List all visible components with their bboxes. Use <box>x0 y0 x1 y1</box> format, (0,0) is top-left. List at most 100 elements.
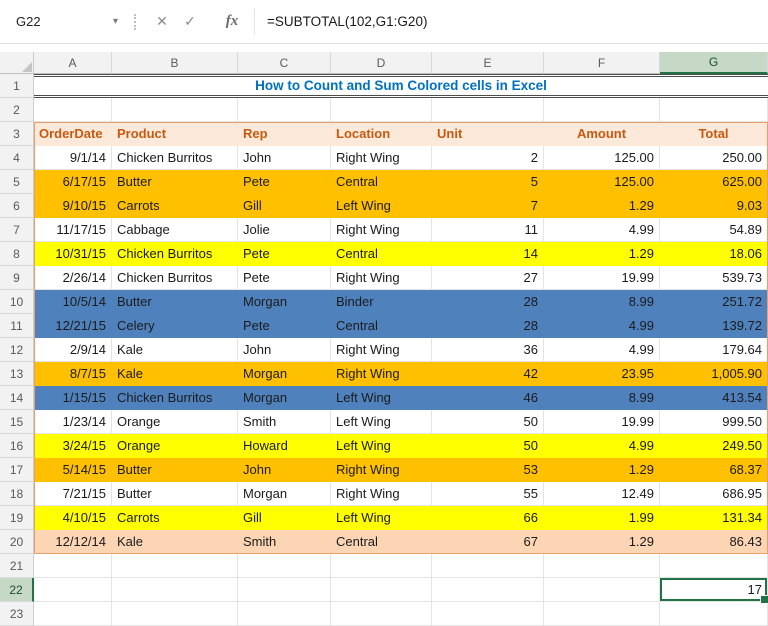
cell-A7[interactable]: 11/17/15 <box>34 218 112 242</box>
cell-E10[interactable]: 28 <box>432 290 544 314</box>
cell-F7[interactable]: 4.99 <box>544 218 660 242</box>
column-header-A[interactable]: A <box>34 52 112 74</box>
cell-A17[interactable]: 5/14/15 <box>34 458 112 482</box>
name-box[interactable]: G22 ▾ <box>8 8 126 35</box>
cell-A5[interactable]: 6/17/15 <box>34 170 112 194</box>
cell-G19[interactable]: 131.34 <box>660 506 768 530</box>
cell-D4[interactable]: Right Wing <box>331 146 432 170</box>
cell-E7[interactable]: 11 <box>432 218 544 242</box>
cell-B18[interactable]: Butter <box>112 482 238 506</box>
row-header-13[interactable]: 13 <box>0 362 34 386</box>
cell-E18[interactable]: 55 <box>432 482 544 506</box>
row-header-8[interactable]: 8 <box>0 242 34 266</box>
cell-F20[interactable]: 1.29 <box>544 530 660 554</box>
cell-A22[interactable] <box>34 578 112 602</box>
cell-C3[interactable]: Rep <box>238 122 331 146</box>
cell-F3[interactable]: Amount <box>544 122 660 146</box>
cell-C17[interactable]: John <box>238 458 331 482</box>
cell-F23[interactable] <box>544 602 660 626</box>
cell-D14[interactable]: Left Wing <box>331 386 432 410</box>
row-header-20[interactable]: 20 <box>0 530 34 554</box>
cell-B20[interactable]: Kale <box>112 530 238 554</box>
cell-A14[interactable]: 1/15/15 <box>34 386 112 410</box>
cell-A3[interactable]: OrderDate <box>34 122 112 146</box>
cell-F13[interactable]: 23.95 <box>544 362 660 386</box>
cell-F2[interactable] <box>544 98 660 122</box>
cell-G8[interactable]: 18.06 <box>660 242 768 266</box>
row-header-15[interactable]: 15 <box>0 410 34 434</box>
cell-B9[interactable]: Chicken Burritos <box>112 266 238 290</box>
cell-A15[interactable]: 1/23/14 <box>34 410 112 434</box>
column-header-G[interactable]: G <box>660 52 768 74</box>
cell-E5[interactable]: 5 <box>432 170 544 194</box>
enter-button[interactable]: ✓ <box>176 8 204 36</box>
cell-A13[interactable]: 8/7/15 <box>34 362 112 386</box>
row-header-12[interactable]: 12 <box>0 338 34 362</box>
row-header-7[interactable]: 7 <box>0 218 34 242</box>
cell-G6[interactable]: 9.03 <box>660 194 768 218</box>
cell-B6[interactable]: Carrots <box>112 194 238 218</box>
cell-E17[interactable]: 53 <box>432 458 544 482</box>
cell-F21[interactable] <box>544 554 660 578</box>
cell-D18[interactable]: Right Wing <box>331 482 432 506</box>
row-header-3[interactable]: 3 <box>0 122 34 146</box>
cell-C21[interactable] <box>238 554 331 578</box>
cell-B16[interactable]: Orange <box>112 434 238 458</box>
cell-F12[interactable]: 4.99 <box>544 338 660 362</box>
row-header-23[interactable]: 23 <box>0 602 34 626</box>
cell-B11[interactable]: Celery <box>112 314 238 338</box>
cell-G10[interactable]: 251.72 <box>660 290 768 314</box>
cell-E9[interactable]: 27 <box>432 266 544 290</box>
cell-D10[interactable]: Binder <box>331 290 432 314</box>
cell-A16[interactable]: 3/24/15 <box>34 434 112 458</box>
cell-D15[interactable]: Left Wing <box>331 410 432 434</box>
cell-G5[interactable]: 625.00 <box>660 170 768 194</box>
column-header-D[interactable]: D <box>331 52 432 74</box>
row-header-16[interactable]: 16 <box>0 434 34 458</box>
cell-G20[interactable]: 86.43 <box>660 530 768 554</box>
cell-G21[interactable] <box>660 554 768 578</box>
cell-G13[interactable]: 1,005.90 <box>660 362 768 386</box>
cell-F19[interactable]: 1.99 <box>544 506 660 530</box>
cell-A23[interactable] <box>34 602 112 626</box>
cell-C4[interactable]: John <box>238 146 331 170</box>
cell-D2[interactable] <box>331 98 432 122</box>
cell-D12[interactable]: Right Wing <box>331 338 432 362</box>
cell-C7[interactable]: Jolie <box>238 218 331 242</box>
cell-F16[interactable]: 4.99 <box>544 434 660 458</box>
cell-E20[interactable]: 67 <box>432 530 544 554</box>
insert-function-button[interactable]: fx <box>218 8 246 36</box>
cell-G23[interactable] <box>660 602 768 626</box>
cell-C20[interactable]: Smith <box>238 530 331 554</box>
cell-B7[interactable]: Cabbage <box>112 218 238 242</box>
row-header-18[interactable]: 18 <box>0 482 34 506</box>
row-header-17[interactable]: 17 <box>0 458 34 482</box>
column-header-B[interactable]: B <box>112 52 238 74</box>
cell-B5[interactable]: Butter <box>112 170 238 194</box>
cell-A9[interactable]: 2/26/14 <box>34 266 112 290</box>
cell-D13[interactable]: Right Wing <box>331 362 432 386</box>
cell-E13[interactable]: 42 <box>432 362 544 386</box>
cell-E23[interactable] <box>432 602 544 626</box>
cell-F18[interactable]: 12.49 <box>544 482 660 506</box>
cell-E14[interactable]: 46 <box>432 386 544 410</box>
cell-F14[interactable]: 8.99 <box>544 386 660 410</box>
cell-D8[interactable]: Central <box>331 242 432 266</box>
cell-A11[interactable]: 12/21/15 <box>34 314 112 338</box>
cell-G4[interactable]: 250.00 <box>660 146 768 170</box>
cell-F22[interactable] <box>544 578 660 602</box>
cell-D11[interactable]: Central <box>331 314 432 338</box>
cell-B2[interactable] <box>112 98 238 122</box>
cell-E2[interactable] <box>432 98 544 122</box>
row-header-1[interactable]: 1 <box>0 74 34 98</box>
cell-G3[interactable]: Total <box>660 122 768 146</box>
cell-D3[interactable]: Location <box>331 122 432 146</box>
cell-B8[interactable]: Chicken Burritos <box>112 242 238 266</box>
cell-D16[interactable]: Left Wing <box>331 434 432 458</box>
row-header-11[interactable]: 11 <box>0 314 34 338</box>
cell-C15[interactable]: Smith <box>238 410 331 434</box>
cell-G17[interactable]: 68.37 <box>660 458 768 482</box>
cell-F9[interactable]: 19.99 <box>544 266 660 290</box>
cell-B4[interactable]: Chicken Burritos <box>112 146 238 170</box>
cell-E19[interactable]: 66 <box>432 506 544 530</box>
